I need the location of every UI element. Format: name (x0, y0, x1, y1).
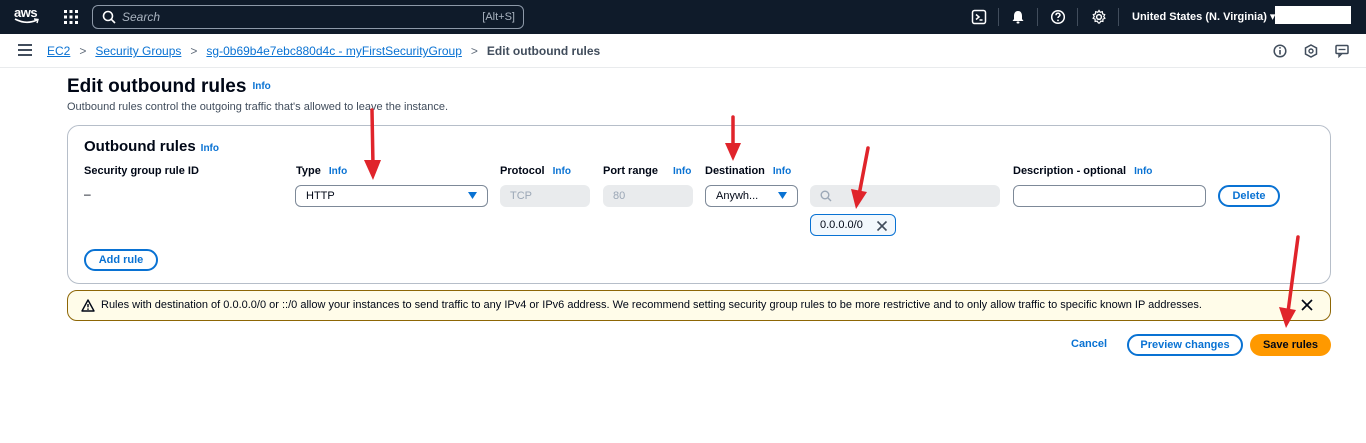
nav-divider (1077, 8, 1078, 26)
services-grid-icon[interactable] (64, 10, 78, 24)
add-rule-button[interactable]: Add rule (84, 249, 158, 271)
type-info-link[interactable]: Info (329, 166, 347, 177)
column-type-label: Type (296, 165, 321, 177)
outbound-rules-title-text: Outbound rules (84, 138, 196, 155)
protocol-info-link[interactable]: Info (553, 166, 571, 177)
column-port-range: Port range Info (603, 165, 691, 177)
breadcrumb: EC2 > Security Groups > sg-0b69b4e7ebc88… (47, 44, 600, 58)
account-menu[interactable] (1275, 6, 1351, 24)
column-type: Type Info (296, 165, 347, 177)
destination-cidr-search[interactable] (810, 185, 1000, 207)
save-rules-button[interactable]: Save rules (1250, 334, 1331, 356)
nav-divider (1118, 8, 1119, 26)
aws-logo[interactable]: aws (14, 6, 42, 28)
region-selector[interactable]: United States (N. Virginia) ▾ (1132, 10, 1275, 23)
close-icon[interactable] (1300, 298, 1314, 312)
gear-icon[interactable] (1091, 9, 1107, 25)
protocol-input: TCP (500, 185, 590, 207)
delete-button[interactable]: Delete (1218, 185, 1280, 207)
caret-down-icon (778, 192, 787, 199)
annotation-arrow-cidr (851, 146, 870, 209)
global-search[interactable]: [Alt+S] (92, 5, 524, 29)
chevron-right-icon: > (190, 44, 198, 58)
breadcrumb-security-group[interactable]: sg-0b69b4e7ebc880d4c - myFirstSecurityGr… (206, 44, 461, 58)
outbound-rules-container: Outbound rules Info Security group rule I… (67, 125, 1331, 284)
cidr-token-label: 0.0.0.0/0 (820, 219, 863, 231)
feedback-icon[interactable] (1335, 44, 1349, 58)
search-shortcut-hint: [Alt+S] (482, 11, 515, 23)
outbound-info-link[interactable]: Info (201, 143, 219, 154)
warning-icon (81, 299, 95, 312)
annotation-arrow-type (364, 108, 381, 180)
chevron-right-icon: > (79, 44, 87, 58)
search-icon (102, 10, 116, 24)
column-rule-id-label: Security group rule ID (84, 165, 199, 177)
top-navigation: aws [Alt+S] (0, 0, 1366, 34)
remove-token-icon[interactable] (876, 220, 888, 232)
cidr-token: 0.0.0.0/0 (810, 214, 896, 236)
chevron-right-icon: > (470, 44, 478, 58)
destination-info-link[interactable]: Info (773, 166, 791, 177)
breadcrumb-bar: EC2 > Security Groups > sg-0b69b4e7ebc88… (0, 34, 1366, 68)
type-select-value: HTTP (306, 190, 335, 202)
description-input[interactable] (1013, 185, 1206, 207)
column-protocol: Protocol Info (500, 165, 571, 177)
warning-text: Rules with destination of 0.0.0.0/0 or :… (101, 299, 1202, 311)
nav-divider (998, 8, 999, 26)
column-port-range-label: Port range (603, 165, 659, 177)
page-description: Outbound rules control the outgoing traf… (67, 101, 449, 113)
page-title-text: Edit outbound rules (67, 76, 247, 97)
column-protocol-label: Protocol (500, 165, 545, 177)
column-rule-id: Security group rule ID (84, 165, 199, 177)
warning-alert: Rules with destination of 0.0.0.0/0 or :… (67, 290, 1331, 321)
nav-divider (1037, 8, 1038, 26)
hexagon-icon[interactable] (1304, 44, 1318, 58)
breadcrumb-current: Edit outbound rules (486, 44, 601, 58)
type-select[interactable]: HTTP (295, 185, 488, 207)
destination-select-value: Anywh... (716, 190, 759, 202)
cloudshell-icon[interactable] (971, 9, 987, 25)
column-description: Description - optional Info (1013, 165, 1152, 177)
hamburger-menu-icon[interactable] (18, 44, 32, 56)
description-info-link[interactable]: Info (1134, 166, 1152, 177)
annotation-arrow-destination (725, 115, 741, 161)
port-range-info-link[interactable]: Info (673, 166, 691, 177)
destination-select[interactable]: Anywh... (705, 185, 798, 207)
column-destination: Destination Info (705, 165, 791, 177)
help-icon[interactable] (1050, 9, 1066, 25)
outbound-rules-title: Outbound rules Info (84, 138, 219, 155)
info-circle-icon[interactable] (1273, 44, 1287, 58)
search-icon (820, 190, 832, 202)
page-info-link[interactable]: Info (252, 81, 270, 92)
port-range-input: 80 (603, 185, 693, 207)
column-description-label: Description - optional (1013, 165, 1127, 177)
breadcrumb-security-groups[interactable]: Security Groups (95, 44, 181, 58)
search-input[interactable] (122, 10, 452, 24)
cancel-button[interactable]: Cancel (1071, 338, 1107, 350)
bell-icon[interactable] (1010, 9, 1026, 25)
breadcrumb-ec2[interactable]: EC2 (47, 44, 70, 58)
page-title: Edit outbound rules Info (67, 76, 271, 98)
column-destination-label: Destination (705, 165, 765, 177)
preview-changes-button[interactable]: Preview changes (1127, 334, 1243, 356)
caret-down-icon (468, 192, 477, 199)
annotation-arrow-save (1279, 235, 1300, 328)
rule-id-value: – (84, 187, 91, 201)
